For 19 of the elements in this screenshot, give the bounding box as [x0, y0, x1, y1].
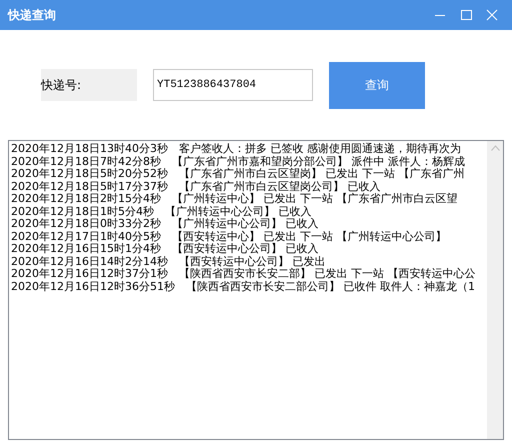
log-line: 2020年12月18日13时40分3秒 客户签收人：拼多 已签收 感谢使用圆通速递，期待再次为: [11, 143, 461, 156]
scrollbar[interactable]: [487, 141, 503, 439]
tracking-number-field[interactable]: YT5123886437804: [153, 69, 313, 101]
tracking-number-label: 快递号:: [41, 69, 137, 101]
log-line: 2020年12月18日2时15分4秒 【广州转运中心】 已发出 下一站 【广东省广州市白云区望: [11, 193, 458, 206]
log-line: 2020年12月16日12时37分1秒 【陕西省西安市长安二部】 已发出 下一站 【西安转运中心公: [11, 268, 476, 280]
close-icon[interactable]: [486, 9, 498, 21]
maximize-icon[interactable]: [460, 9, 472, 21]
log-line: 2020年12月16日14时2分14秒 【西安转运中心公司】 已发出: [11, 256, 326, 268]
log-line: 2020年12月18日5时17分37秒 【广东省广州市白云区望岗公司】 已收入: [11, 180, 380, 192]
log-line: 2020年12月18日7时42分8秒 【广东省广州市嘉和望岗分部公司】 派件中 派件人：杨辉成: [11, 156, 465, 168]
log-line: 2020年12月17日1时40分5秒 【西安转运中心】 已发出 下一站 【广州转运中心公司】: [11, 230, 446, 242]
log-line: 2020年12月18日5时20分52秒 【广东省广州市白云区望岗】 已发出 下一站 【广东省广州: [11, 168, 464, 180]
log-line: 2020年12月16日12时36分51秒 【陕西省西安市长安二部公司】 已收件 取件人：神嘉龙（1: [11, 280, 475, 293]
log-text-area[interactable]: [8, 140, 504, 440]
log-line: 2020年12月18日1时5分4秒 【广州转运中心公司】 已收入: [11, 206, 312, 218]
window-title: 快递查询: [8, 6, 57, 24]
log-line: 2020年12月18日0时33分2秒 【广州转运中心公司】 已收入: [11, 218, 318, 230]
log-line: 2020年12月16日15时1分4秒 【西安转运中心公司】 已收入: [11, 243, 318, 256]
